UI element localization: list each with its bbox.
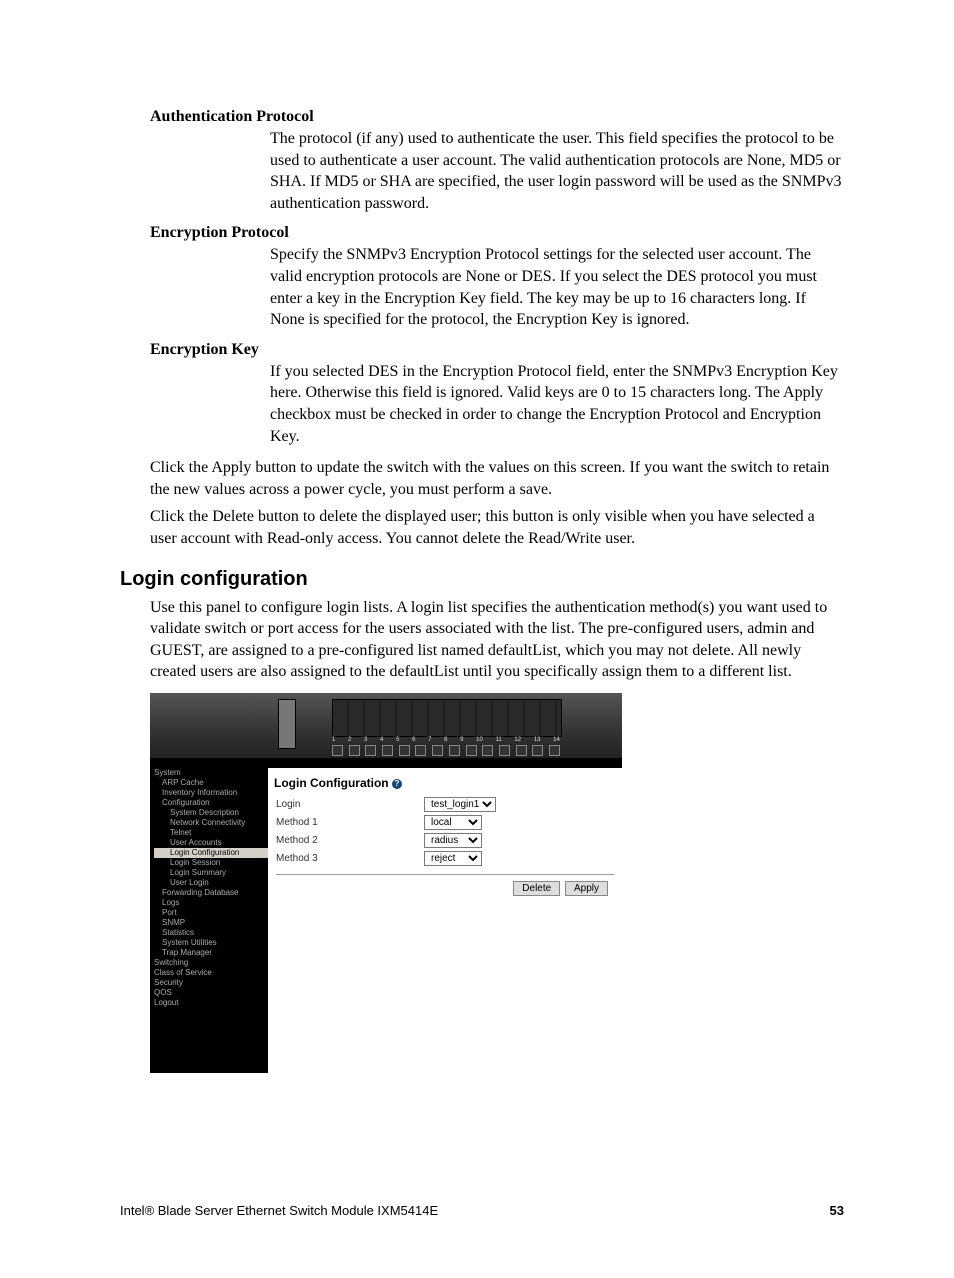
port-indicators: [332, 745, 560, 756]
nav-security[interactable]: Security: [154, 978, 269, 988]
nav-qos[interactable]: QOS: [154, 988, 269, 998]
nav-logout[interactable]: Logout: [154, 998, 269, 1008]
nav-switching[interactable]: Switching: [154, 958, 269, 968]
nav-snmp[interactable]: SNMP: [154, 918, 269, 928]
nav-user-accounts[interactable]: User Accounts: [154, 838, 269, 848]
label-login: Login: [276, 799, 424, 810]
nav-user-login[interactable]: User Login: [154, 878, 269, 888]
label-method3: Method 3: [276, 853, 424, 864]
select-method2[interactable]: radius: [424, 833, 482, 848]
nav-login-configuration[interactable]: Login Configuration: [154, 848, 269, 858]
device-icon: [278, 699, 296, 749]
nav-system-description[interactable]: System Description: [154, 808, 269, 818]
apply-button[interactable]: Apply: [565, 881, 608, 896]
select-method1[interactable]: local: [424, 815, 482, 830]
nav-logs[interactable]: Logs: [154, 898, 269, 908]
device-header: 12 34 56 78 910 1112 1314: [150, 693, 622, 758]
panel-title: Login Configuration ?: [268, 768, 622, 796]
port-strip: [332, 699, 562, 737]
label-method2: Method 2: [276, 835, 424, 846]
nav-system[interactable]: System: [154, 768, 269, 778]
section-heading: Login configuration: [120, 568, 844, 591]
nav-login-summary[interactable]: Login Summary: [154, 868, 269, 878]
login-config-screenshot: 12 34 56 78 910 1112 1314 System ARP Cac…: [150, 693, 622, 1073]
section-intro: Use this panel to configure login lists.…: [150, 597, 844, 683]
nav-class-of-service[interactable]: Class of Service: [154, 968, 269, 978]
def-auth-protocol: The protocol (if any) used to authentica…: [270, 128, 844, 214]
select-method3[interactable]: reject: [424, 851, 482, 866]
nav-statistics[interactable]: Statistics: [154, 928, 269, 938]
select-login[interactable]: test_login1: [424, 797, 496, 812]
nav-tree: System ARP Cache Inventory Information C…: [150, 768, 269, 1008]
term-enc-key: Encryption Key: [150, 341, 844, 359]
port-numbers: 12 34 56 78 910 1112 1314: [332, 737, 560, 743]
nav-arp[interactable]: ARP Cache: [154, 778, 269, 788]
apply-instructions: Click the Apply button to update the swi…: [150, 457, 844, 500]
nav-forwarding-database[interactable]: Forwarding Database: [154, 888, 269, 898]
nav-network-connectivity[interactable]: Network Connectivity: [154, 818, 269, 828]
help-icon[interactable]: ?: [392, 779, 402, 789]
nav-system-utilities[interactable]: System Utilities: [154, 938, 269, 948]
delete-button[interactable]: Delete: [513, 881, 560, 896]
page-number: 53: [830, 1203, 844, 1218]
label-method1: Method 1: [276, 817, 424, 828]
footer-product: Intel® Blade Server Ethernet Switch Modu…: [120, 1203, 438, 1218]
panel-main: Login Configuration ? Login test_login1 …: [268, 768, 622, 1073]
nav-configuration[interactable]: Configuration: [154, 798, 269, 808]
nav-port[interactable]: Port: [154, 908, 269, 918]
term-enc-protocol: Encryption Protocol: [150, 224, 844, 242]
nav-telnet[interactable]: Telnet: [154, 828, 269, 838]
nav-login-session[interactable]: Login Session: [154, 858, 269, 868]
term-auth-protocol: Authentication Protocol: [150, 108, 844, 126]
def-enc-key: If you selected DES in the Encryption Pr…: [270, 361, 844, 447]
def-enc-protocol: Specify the SNMPv3 Encryption Protocol s…: [270, 244, 844, 330]
nav-inventory[interactable]: Inventory Information: [154, 788, 269, 798]
delete-instructions: Click the Delete button to delete the di…: [150, 506, 844, 549]
nav-trap-manager[interactable]: Trap Manager: [154, 948, 269, 958]
